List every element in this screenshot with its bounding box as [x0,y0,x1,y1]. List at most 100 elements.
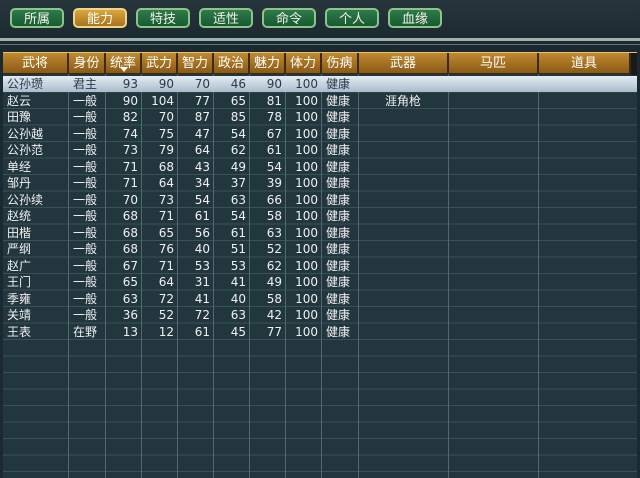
cell-war: 72 [158,291,174,306]
cell-status: 一般 [73,308,98,322]
table-row[interactable]: 田楷 一般 68 65 56 61 63 100 健康 [3,225,637,241]
table-row[interactable]: 关靖 一般 36 52 72 63 42 100 健康 [3,307,637,323]
cell-weapon [385,324,449,340]
cell-hp: 100 [295,291,318,306]
cell-injury: 健康 [326,225,351,240]
cell-item [539,175,631,191]
cell-name: 公孙瓒 [7,77,44,91]
cell-item [539,109,631,125]
tab-6[interactable]: 个人 [325,8,379,28]
cell-name: 赵广 [7,258,32,273]
cell-int: 40 [194,242,210,256]
tab-2[interactable]: 能力 [73,8,127,28]
cell-status: 一般 [73,176,98,190]
table-row[interactable]: 赵云 一般 90 104 77 65 81 100 健康 涯角枪 [3,93,637,109]
cell-weapon [385,208,449,224]
cell-chr: 66 [266,192,282,207]
cell-name: 邹丹 [7,176,32,190]
tab-3[interactable]: 特技 [136,8,190,28]
table-row[interactable]: 公孙越 一般 74 75 47 54 67 100 健康 [3,126,637,142]
table-row[interactable]: 单经 一般 71 68 43 49 54 100 健康 [3,159,637,175]
cell-lead: 13 [122,324,138,339]
table-row[interactable]: 严纲 一般 68 76 40 51 52 100 健康 [3,241,637,257]
cell-lead: 68 [122,242,138,256]
cell-status: 一般 [73,159,98,174]
cell-int: 34 [194,176,210,190]
cell-pol: 53 [230,258,246,273]
column-header-status[interactable]: 身份 [69,53,106,74]
column-header-war[interactable]: 武力 [142,53,178,74]
cell-weapon [385,159,449,175]
cell-injury: 健康 [326,209,351,223]
table-row[interactable]: 公孙瓒 君主 93 90 70 46 90 100 健康 [3,76,637,92]
column-header-hp[interactable]: 体力 [286,53,322,74]
cell-pol: 61 [230,225,246,240]
cell-chr: 67 [266,126,282,141]
table-row[interactable]: 公孙范 一般 73 79 64 62 61 100 健康 [3,142,637,158]
cell-hp: 100 [295,192,318,207]
cell-weapon [385,258,449,274]
cell-war: 64 [158,275,174,289]
cell-lead: 90 [122,93,138,108]
table-row[interactable]: 邹丹 一般 71 64 34 37 39 100 健康 [3,175,637,191]
cell-hp: 100 [295,159,318,174]
table-row[interactable]: 公孙续 一般 70 73 54 63 66 100 健康 [3,192,637,208]
cell-pol: 65 [230,93,246,108]
column-header-item[interactable]: 道具 [539,53,631,74]
table-row[interactable]: 季雍 一般 63 72 41 40 58 100 健康 [3,291,637,307]
column-header-name[interactable]: 武将 [3,53,69,74]
column-header-weapon[interactable]: 武器 [359,53,449,74]
cell-chr: 49 [266,275,282,289]
cell-hp: 100 [295,143,318,157]
table-row[interactable]: 田豫 一般 82 70 87 85 78 100 健康 [3,109,637,125]
column-header-int[interactable]: 智力 [178,53,214,74]
cell-horse [449,175,539,191]
tab-4[interactable]: 适性 [199,8,253,28]
cell-status: 一般 [73,225,98,240]
cell-injury: 健康 [326,159,351,174]
column-header-injury[interactable]: 伤病 [322,53,359,74]
cell-pol: 54 [230,126,246,141]
table-row[interactable]: 王门 一般 65 64 31 41 49 100 健康 [3,274,637,290]
column-header-pol[interactable]: 政治 [214,53,250,74]
cell-int: 72 [194,308,210,322]
column-header-horse[interactable]: 马匹 [449,53,539,74]
tab-5[interactable]: 命令 [262,8,316,28]
cell-war: 76 [158,242,174,256]
cell-weapon [385,142,449,158]
table-row[interactable]: 赵广 一般 67 71 53 53 62 100 健康 [3,258,637,274]
column-header-chr[interactable]: 魅力 [250,53,286,74]
tab-1[interactable]: 所属 [10,8,64,28]
cell-lead: 74 [122,126,138,141]
cell-pol: 37 [230,176,246,190]
cell-horse [449,208,539,224]
cell-chr: 42 [266,308,282,322]
tab-7[interactable]: 血缘 [388,8,442,28]
cell-chr: 77 [266,324,282,339]
cell-int: 47 [194,126,210,141]
cell-name: 严纲 [7,242,32,256]
cell-chr: 63 [266,225,282,240]
cell-pol: 45 [230,324,246,339]
table-row[interactable]: 赵统 一般 68 71 61 54 58 100 健康 [3,208,637,224]
table-row[interactable]: 王表 在野 13 12 61 45 77 100 健康 [3,324,637,340]
cell-war: 65 [158,225,174,240]
cell-item [539,258,631,274]
cell-pol: 46 [230,77,246,91]
cell-hp: 100 [295,308,318,322]
cell-lead: 71 [122,159,138,174]
cell-injury: 健康 [326,324,351,339]
cell-int: 56 [194,225,210,240]
cell-pol: 62 [230,143,246,157]
divider [0,44,640,45]
cell-item [539,291,631,307]
cell-horse [449,93,539,109]
cell-name: 赵统 [7,209,32,223]
cell-name: 单经 [7,159,32,174]
cell-item [539,192,631,208]
cell-int: 41 [194,291,210,306]
top-tab-bar: 所属 能力 特技 适性 命令 个人 血缘 [0,0,640,38]
cell-war: 75 [158,126,174,141]
table-header: 武将 身份 统率 武力 智力 政治 魅力 体力 伤病 武器 马匹 道具 [3,52,637,75]
cell-horse [449,192,539,208]
